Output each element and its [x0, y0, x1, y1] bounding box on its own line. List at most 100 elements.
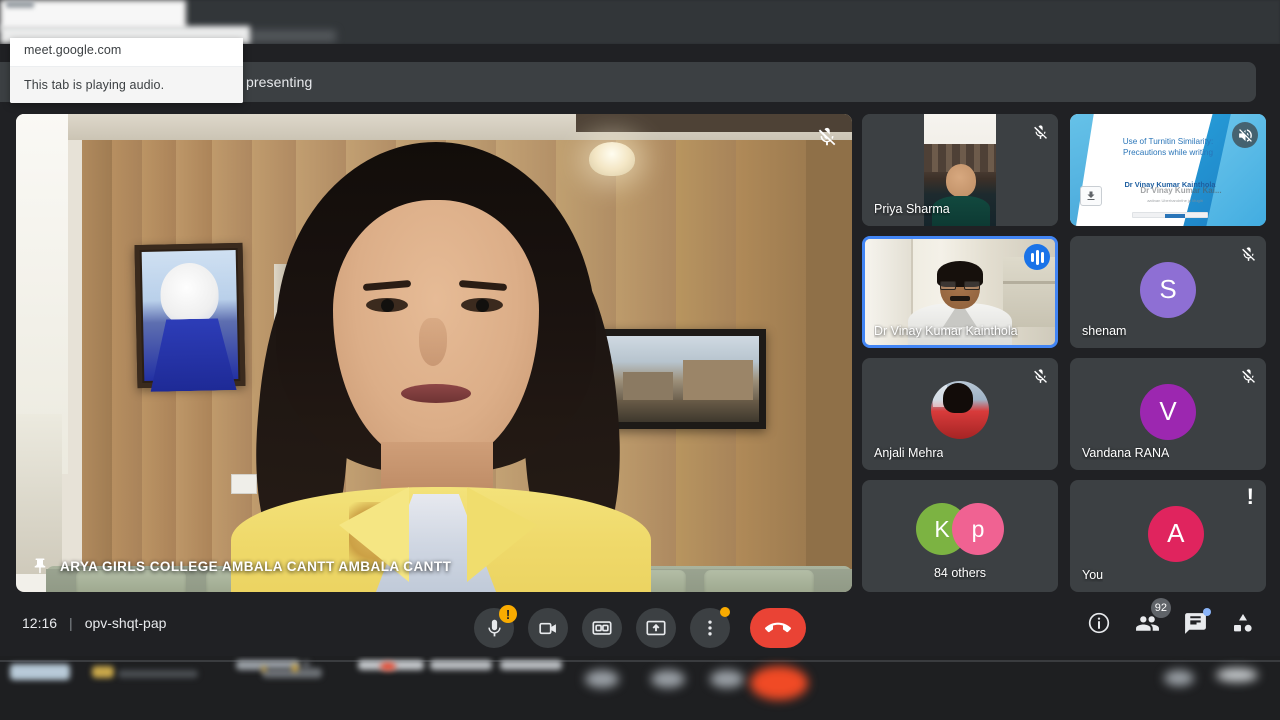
avatar-initial: p	[971, 515, 985, 542]
taskbar-item[interactable]	[92, 666, 114, 678]
taskbar-item[interactable]	[430, 660, 492, 670]
speaker-off-icon	[1232, 122, 1258, 148]
microphone-alert-badge: !	[499, 605, 517, 623]
bottom-control-bar: 12:16 | opv-shqt-pap ! 92	[0, 598, 1280, 656]
participant-count-badge: 92	[1150, 598, 1171, 618]
participant-name: Priya Sharma	[874, 202, 950, 216]
participant-name: Anjali Mehra	[874, 446, 944, 460]
mic-off-icon	[1238, 366, 1258, 386]
main-video-stage[interactable]: ARYA GIRLS COLLEGE AMBALA CANTT AMBALA C…	[16, 114, 852, 592]
present-screen-button[interactable]	[636, 608, 676, 648]
taskbar-item[interactable]	[118, 670, 198, 678]
participant-name: Vandana RANA	[1082, 446, 1170, 460]
tab-audio-status-text: This tab is playing audio.	[24, 78, 165, 92]
taskbar-divider	[0, 660, 1280, 662]
stage-caption-bar: ARYA GIRLS COLLEGE AMBALA CANTT AMBALA C…	[16, 552, 467, 580]
photo-hair	[943, 382, 973, 413]
participant-name: shenam	[1082, 324, 1127, 338]
tab-url-text: meet.google.com	[24, 43, 122, 57]
slide-wave-left	[1070, 114, 1096, 226]
priya-head	[946, 164, 976, 197]
speaking-indicator-icon	[1024, 244, 1050, 270]
participant-grid: Priya Sharma Use of Turnitin Similarity:…	[862, 114, 1266, 592]
chat-button[interactable]	[1182, 608, 1211, 636]
participant-tile-dr-vinay-kumar-kainthola[interactable]: Dr Vinay Kumar Kainthola	[862, 236, 1058, 348]
slide-progress-bar	[1132, 212, 1208, 218]
video-room-background	[16, 114, 852, 592]
participant-name: Dr Vinay Kumar Kainthola	[874, 324, 1018, 338]
slide-subtext: aatinan Uberhandnthe ja Muglit	[1147, 198, 1203, 203]
current-time: 12:16	[22, 615, 58, 631]
avatar-initial: K	[934, 515, 950, 542]
chat-unread-dot	[1203, 608, 1211, 616]
tooltip-divider	[10, 66, 243, 67]
google-meet-window: presenting meet.google.com This tab is p…	[0, 0, 1280, 720]
captions-button[interactable]	[582, 608, 622, 648]
stage-mic-off-icon	[816, 126, 838, 148]
speaker-person	[221, 142, 651, 592]
browser-window-control[interactable]	[6, 1, 34, 8]
taskbar-item[interactable]	[500, 660, 562, 670]
call-controls: !	[474, 605, 806, 648]
vinay-moustache	[950, 296, 970, 301]
vinay-glasses	[940, 281, 980, 290]
avatar: S	[1140, 261, 1196, 318]
participant-tile-shenam[interactable]: S shenam	[1070, 236, 1266, 348]
taskbar-item	[262, 666, 266, 672]
taskbar-item[interactable]	[10, 664, 70, 680]
participant-tile-priya-sharma[interactable]: Priya Sharma	[862, 114, 1058, 226]
participant-name: 84 others	[933, 566, 987, 580]
separator: |	[69, 615, 73, 631]
more-options-dot-badge	[720, 607, 730, 617]
activities-button[interactable]	[1230, 610, 1256, 636]
participant-name: You	[1082, 568, 1104, 582]
taskbar-icon[interactable]	[651, 670, 685, 688]
meeting-details-button[interactable]	[1086, 610, 1112, 636]
avatar-initial: V	[1159, 396, 1177, 427]
taskbar-icon[interactable]	[1164, 670, 1194, 686]
pin-icon	[30, 556, 50, 576]
mic-off-icon	[1238, 244, 1258, 264]
ceiling-dark-panel	[576, 114, 852, 132]
nose	[419, 318, 447, 366]
participants-button[interactable]: 92	[1134, 598, 1171, 636]
camera-button[interactable]	[528, 608, 568, 648]
participant-tile-others[interactable]: K p 84 others	[862, 480, 1058, 592]
slide-overlay-name: Dr Vinay Kumar Kai...	[1140, 186, 1222, 195]
taskbar-blurred	[0, 656, 1280, 720]
taskbar-icon-leave[interactable]	[750, 666, 808, 700]
lips	[401, 384, 471, 403]
leave-call-button[interactable]	[750, 608, 806, 648]
taskbar-icon[interactable]	[710, 670, 744, 688]
right-controls: 92	[1086, 598, 1256, 636]
participant-tile-presentation[interactable]: Use of Turnitin Similarity: Precautions …	[1070, 114, 1266, 226]
slide-title-line2: Precautions while writing	[1122, 148, 1214, 157]
portrait-head	[159, 262, 220, 326]
participant-tile-you[interactable]: A ! You	[1070, 480, 1266, 592]
taskbar-icon[interactable]	[1216, 668, 1258, 682]
pupil-right	[476, 299, 489, 312]
more-options-button[interactable]	[690, 607, 730, 648]
pupil-left	[381, 299, 394, 312]
slide-logo-icon	[1080, 186, 1102, 206]
mic-off-icon	[1030, 366, 1050, 386]
tab-tooltip-popup: meet.google.com This tab is playing audi…	[10, 38, 243, 103]
microphone-button[interactable]: !	[474, 605, 517, 648]
sofa-cushion	[704, 570, 814, 592]
mic-off-icon	[1030, 122, 1050, 142]
avatar-initial: A	[1167, 518, 1185, 549]
stage-caption-text: ARYA GIRLS COLLEGE AMBALA CANTT AMBALA C…	[60, 558, 452, 574]
avatar-photo	[931, 380, 989, 439]
avatar: V	[1140, 383, 1196, 440]
slide-title-line1: Use of Turnitin Similarity:	[1122, 137, 1214, 146]
presenting-banner-text: presenting	[246, 74, 313, 90]
group-avatar-2: p	[952, 503, 1004, 556]
alert-exclamation-icon: !	[1246, 484, 1254, 509]
taskbar-item	[380, 662, 396, 671]
taskbar-item	[292, 664, 298, 672]
taskbar-icon[interactable]	[585, 670, 619, 688]
participant-tile-anjali-mehra[interactable]: Anjali Mehra	[862, 358, 1058, 470]
left-wall-lower	[16, 414, 62, 574]
avatar: A	[1147, 505, 1204, 562]
participant-tile-vandana-rana[interactable]: V Vandana RANA	[1070, 358, 1266, 470]
